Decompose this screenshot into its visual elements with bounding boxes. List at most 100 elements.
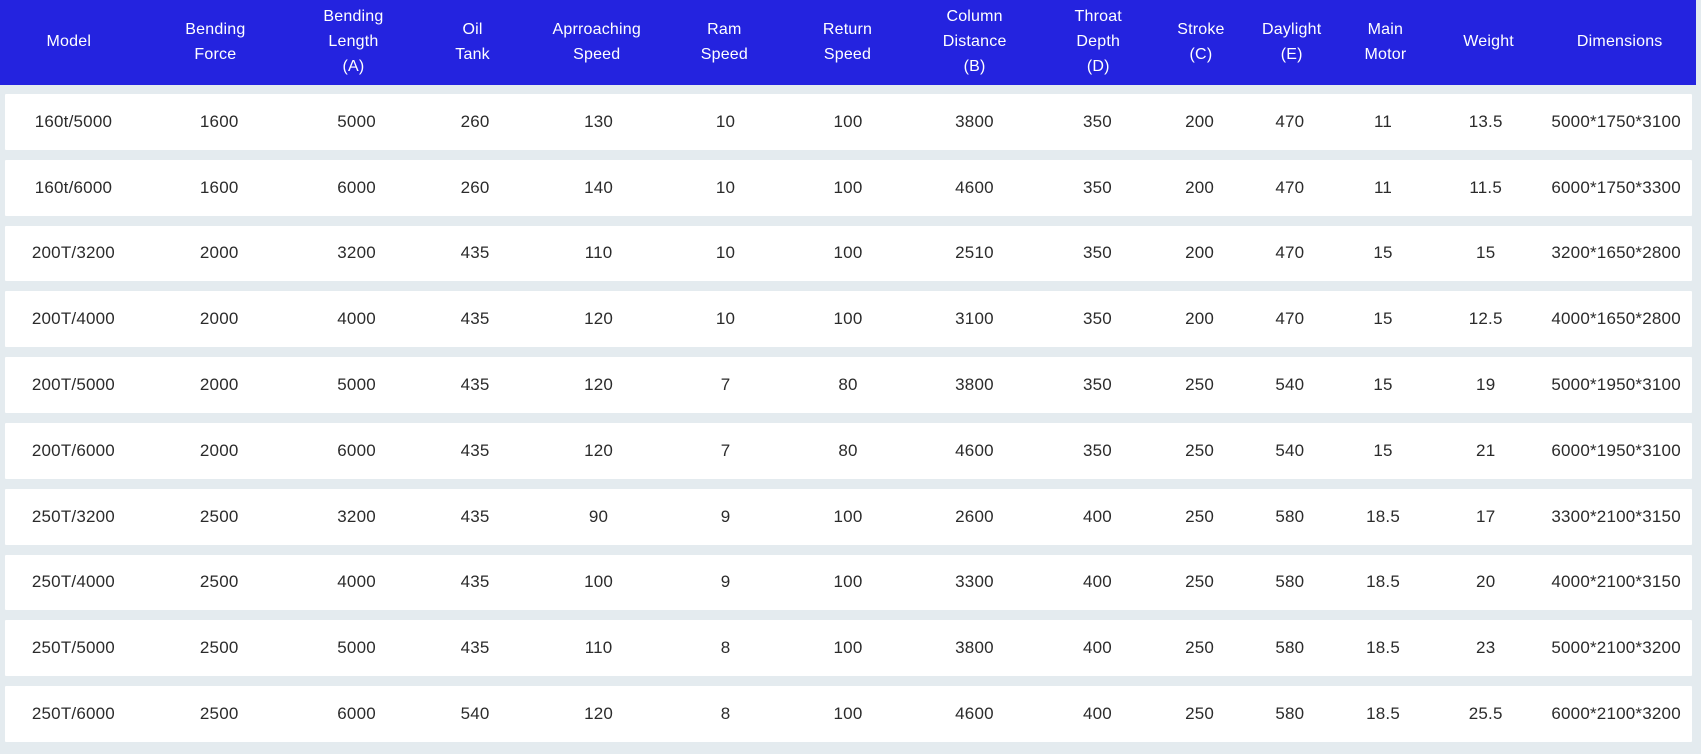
table-cell: 80	[788, 441, 909, 461]
table-cell: 7	[664, 375, 788, 395]
table-cell: 540	[1245, 441, 1335, 461]
model-cell: 250T/5000	[5, 638, 142, 658]
table-row: 200T/60002000600043512078046003502505401…	[5, 423, 1692, 479]
table-cell: 21	[1431, 441, 1540, 461]
table-cell: 5000*2100*3200	[1540, 638, 1692, 658]
column-header: Column Distance (B)	[908, 5, 1041, 79]
table-cell: 3200	[297, 507, 417, 527]
table-cell: 400	[1040, 638, 1154, 658]
table-cell: 15	[1335, 243, 1431, 263]
table-cell: 250	[1154, 375, 1244, 395]
table-cell: 2510	[909, 243, 1041, 263]
table-cell: 350	[1040, 178, 1154, 198]
table-cell: 5000*1750*3100	[1540, 112, 1692, 132]
table-cell: 6000	[297, 704, 417, 724]
table-cell: 580	[1245, 572, 1335, 592]
table-cell: 15	[1335, 375, 1431, 395]
column-header: Dimensions	[1543, 30, 1696, 55]
table-cell: 470	[1245, 309, 1335, 329]
table-cell: 580	[1245, 507, 1335, 527]
table-body: 160t/50001600500026013010100380035020047…	[0, 85, 1701, 754]
table-cell: 120	[534, 309, 664, 329]
table-cell: 200	[1154, 112, 1244, 132]
table-cell: 90	[534, 507, 664, 527]
table-cell: 110	[534, 243, 664, 263]
table-cell: 4000	[297, 572, 417, 592]
table-cell: 250	[1154, 507, 1244, 527]
table-cell: 1600	[142, 112, 297, 132]
table-cell: 2500	[142, 704, 297, 724]
table-cell: 18.5	[1335, 704, 1431, 724]
table-cell: 350	[1040, 309, 1154, 329]
column-header: Ram Speed	[662, 18, 787, 68]
column-header: Return Speed	[787, 18, 909, 68]
table-cell: 20	[1431, 572, 1540, 592]
table-cell: 10	[664, 112, 788, 132]
table-row: 200T/32002000320043511010100251035020047…	[5, 226, 1692, 282]
table-cell: 10	[664, 243, 788, 263]
table-cell: 18.5	[1335, 507, 1431, 527]
table-cell: 4000*1650*2800	[1540, 309, 1692, 329]
table-row: 160t/60001600600026014010100460035020047…	[5, 160, 1692, 216]
table-cell: 130	[534, 112, 664, 132]
table-cell: 400	[1040, 572, 1154, 592]
table-cell: 1600	[142, 178, 297, 198]
table-cell: 6000	[297, 178, 417, 198]
table-cell: 15	[1335, 441, 1431, 461]
table-row: 250T/50002500500043511081003800400250580…	[5, 620, 1692, 676]
table-cell: 100	[788, 309, 909, 329]
model-cell: 250T/6000	[5, 704, 142, 724]
table-cell: 100	[788, 112, 909, 132]
table-cell: 100	[788, 704, 909, 724]
table-cell: 4000*2100*3150	[1540, 572, 1692, 592]
table-row: 200T/40002000400043512010100310035020047…	[5, 291, 1692, 347]
table-cell: 15	[1431, 243, 1540, 263]
table-cell: 110	[534, 638, 664, 658]
table-cell: 100	[788, 638, 909, 658]
table-cell: 8	[664, 704, 788, 724]
table-cell: 25.5	[1431, 704, 1540, 724]
model-cell: 200T/3200	[5, 243, 142, 263]
table-row: 200T/50002000500043512078038003502505401…	[5, 357, 1692, 413]
table-cell: 540	[417, 704, 534, 724]
table-cell: 18.5	[1335, 638, 1431, 658]
table-cell: 3800	[909, 638, 1041, 658]
table-cell: 4600	[909, 178, 1041, 198]
table-cell: 435	[417, 638, 534, 658]
table-cell: 350	[1040, 112, 1154, 132]
table-cell: 120	[534, 375, 664, 395]
table-cell: 5000	[297, 638, 417, 658]
column-header: Stroke (C)	[1156, 18, 1247, 68]
table-cell: 7	[664, 441, 788, 461]
table-cell: 435	[417, 243, 534, 263]
table-cell: 3800	[909, 112, 1041, 132]
column-header: Daylight (E)	[1246, 18, 1337, 68]
table-cell: 3800	[909, 375, 1041, 395]
table-cell: 140	[534, 178, 664, 198]
table-cell: 2600	[909, 507, 1041, 527]
table-cell: 11.5	[1431, 178, 1540, 198]
table-cell: 470	[1245, 178, 1335, 198]
table-cell: 5000*1950*3100	[1540, 375, 1692, 395]
table-cell: 260	[417, 178, 534, 198]
table-cell: 12.5	[1431, 309, 1540, 329]
table-cell: 3200	[297, 243, 417, 263]
table-cell: 540	[1245, 375, 1335, 395]
table-cell: 435	[417, 507, 534, 527]
table-cell: 2000	[142, 441, 297, 461]
table-cell: 3200*1650*2800	[1540, 243, 1692, 263]
table-cell: 2500	[142, 572, 297, 592]
table-cell: 200	[1154, 178, 1244, 198]
table-cell: 6000*2100*3200	[1540, 704, 1692, 724]
table-cell: 15	[1335, 309, 1431, 329]
table-cell: 6000*1950*3100	[1540, 441, 1692, 461]
table-cell: 4600	[909, 704, 1041, 724]
table-cell: 350	[1040, 441, 1154, 461]
table-row: 160t/50001600500026013010100380035020047…	[5, 94, 1692, 150]
table-cell: 260	[417, 112, 534, 132]
column-header: Weight	[1434, 30, 1544, 55]
table-cell: 435	[417, 375, 534, 395]
table-cell: 4600	[909, 441, 1041, 461]
model-cell: 250T/4000	[5, 572, 142, 592]
table-cell: 6000	[297, 441, 417, 461]
